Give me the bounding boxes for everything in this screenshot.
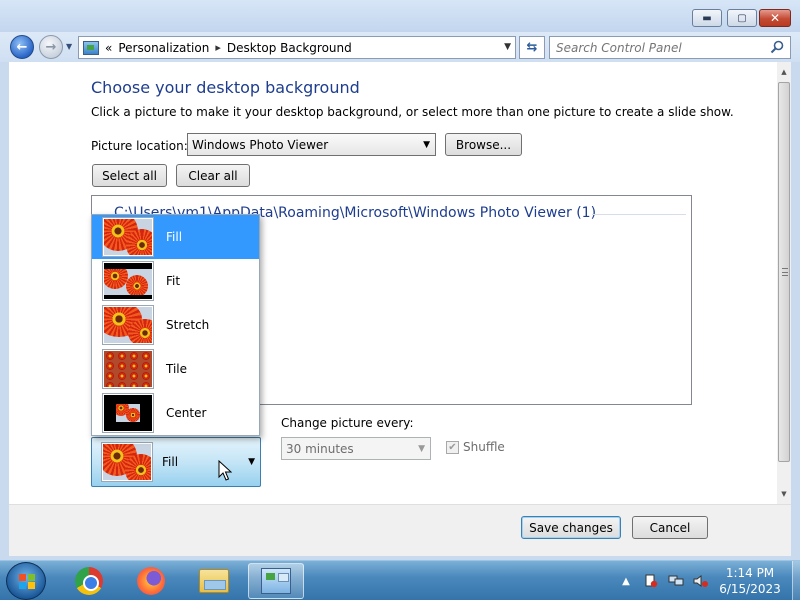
change-interval-value: 30 minutes bbox=[286, 441, 354, 456]
picture-location-value: Windows Photo Viewer bbox=[192, 137, 329, 152]
taskbar: ▲ 1:14 PM 6/15/2023 bbox=[0, 560, 800, 600]
change-interval-select[interactable]: 30 minutes ▼ bbox=[281, 437, 431, 460]
clear-all-button[interactable]: Clear all bbox=[176, 164, 250, 187]
taskbar-firefox[interactable] bbox=[123, 563, 179, 599]
scrollbar-thumb[interactable] bbox=[778, 82, 790, 462]
folder-icon bbox=[199, 569, 229, 593]
chevron-down-icon: ▼ bbox=[248, 457, 255, 467]
show-hidden-icons-chevron-up-icon[interactable]: ▲ bbox=[618, 573, 634, 589]
action-center-icon[interactable] bbox=[643, 573, 659, 589]
save-changes-button[interactable]: Save changes bbox=[521, 516, 621, 539]
fit-thumbnail bbox=[102, 261, 154, 301]
position-option-label: Center bbox=[166, 406, 207, 420]
page-description: Click a picture to make it your desktop … bbox=[91, 105, 734, 119]
volume-muted-icon[interactable] bbox=[693, 573, 709, 589]
center-thumbnail bbox=[102, 393, 154, 433]
shuffle-label: Shuffle bbox=[463, 440, 505, 454]
control-panel-icon bbox=[261, 568, 291, 594]
position-option-label: Tile bbox=[166, 362, 188, 376]
minimize-button[interactable]: ▬ bbox=[692, 9, 722, 27]
recent-pages-chevron-down-icon[interactable]: ▼ bbox=[66, 42, 72, 51]
taskbar-windows-explorer[interactable] bbox=[186, 563, 242, 599]
breadcrumb-overflow[interactable]: « bbox=[105, 41, 112, 55]
refresh-button[interactable]: ⇆ bbox=[519, 36, 545, 59]
shuffle-checkbox[interactable]: ✔ Shuffle bbox=[446, 440, 505, 454]
position-option-fill[interactable]: Fill bbox=[92, 215, 259, 259]
position-option-stretch[interactable]: Stretch bbox=[92, 303, 259, 347]
show-desktop-button[interactable] bbox=[792, 561, 800, 600]
stretch-thumbnail bbox=[102, 305, 154, 345]
windows-logo-icon bbox=[19, 574, 35, 589]
picture-position-value: Fill bbox=[162, 455, 179, 469]
position-option-center[interactable]: Center bbox=[92, 391, 259, 435]
system-tray: ▲ bbox=[618, 561, 718, 600]
scroll-up-arrow-icon[interactable]: ▲ bbox=[777, 64, 791, 80]
picture-position-select[interactable]: Fill ▼ bbox=[91, 437, 261, 487]
control-panel-icon bbox=[83, 40, 99, 55]
group-divider bbox=[592, 214, 686, 215]
position-option-label: Fill bbox=[166, 230, 183, 244]
network-icon[interactable] bbox=[668, 573, 684, 589]
clock-date: 6/15/2023 bbox=[719, 582, 781, 596]
cancel-button[interactable]: Cancel bbox=[632, 516, 708, 539]
position-option-fit[interactable]: Fit bbox=[92, 259, 259, 303]
clock-time: 1:14 PM bbox=[725, 566, 775, 580]
forward-button[interactable]: → bbox=[39, 35, 63, 59]
taskbar-chrome[interactable] bbox=[61, 563, 117, 599]
fill-preview-thumbnail bbox=[101, 442, 153, 482]
navigation-bar: ← → ▼ « Personalization ▸ Desktop Backgr… bbox=[0, 32, 800, 62]
maximize-button[interactable]: ▢ bbox=[727, 9, 757, 27]
tile-thumbnail bbox=[102, 349, 154, 389]
browse-button[interactable]: Browse... bbox=[445, 133, 522, 156]
chevron-down-icon: ▼ bbox=[423, 140, 430, 150]
chevron-down-icon: ▼ bbox=[418, 444, 425, 454]
system-clock[interactable]: 1:14 PM 6/15/2023 bbox=[712, 565, 788, 597]
close-button[interactable]: ✕ bbox=[759, 9, 791, 27]
picture-location-select[interactable]: Windows Photo Viewer ▼ bbox=[187, 133, 436, 156]
taskbar-control-panel[interactable] bbox=[248, 563, 304, 599]
back-button[interactable]: ← bbox=[10, 35, 34, 59]
picture-location-label: Picture location: bbox=[91, 139, 188, 153]
scrollbar-grip-icon bbox=[782, 268, 788, 276]
checkbox-checked-icon[interactable]: ✔ bbox=[446, 440, 459, 454]
address-dropdown-icon[interactable]: ▼ bbox=[504, 42, 511, 52]
page-title: Choose your desktop background bbox=[91, 78, 360, 97]
mouse-pointer-icon bbox=[218, 460, 232, 481]
start-button[interactable] bbox=[6, 562, 46, 600]
search-box[interactable] bbox=[549, 36, 791, 59]
change-picture-label: Change picture every: bbox=[281, 416, 414, 430]
select-all-button[interactable]: Select all bbox=[92, 164, 167, 187]
chrome-icon bbox=[75, 567, 103, 595]
breadcrumb-personalization[interactable]: Personalization bbox=[118, 41, 209, 55]
search-icon[interactable] bbox=[770, 40, 784, 54]
content-pane: Choose your desktop background Click a p… bbox=[9, 62, 791, 504]
position-option-label: Stretch bbox=[166, 318, 210, 332]
dialog-footer: Save changes Cancel bbox=[9, 504, 791, 556]
firefox-icon bbox=[137, 567, 165, 595]
search-input[interactable] bbox=[556, 40, 766, 55]
position-option-tile[interactable]: Tile bbox=[92, 347, 259, 391]
vertical-scrollbar[interactable]: ▲ ▼ bbox=[777, 62, 791, 504]
breadcrumb-desktop-background[interactable]: Desktop Background bbox=[227, 41, 352, 55]
address-bar[interactable]: « Personalization ▸ Desktop Background ▼ bbox=[78, 36, 516, 59]
picture-position-dropdown: Fill Fit Stretch Tile Center bbox=[91, 214, 260, 436]
scroll-down-arrow-icon[interactable]: ▼ bbox=[777, 486, 791, 502]
fill-thumbnail bbox=[102, 217, 154, 257]
breadcrumb-separator-icon[interactable]: ▸ bbox=[215, 41, 221, 54]
position-option-label: Fit bbox=[166, 274, 181, 288]
window-titlebar: ▬ ▢ ✕ bbox=[0, 0, 800, 32]
